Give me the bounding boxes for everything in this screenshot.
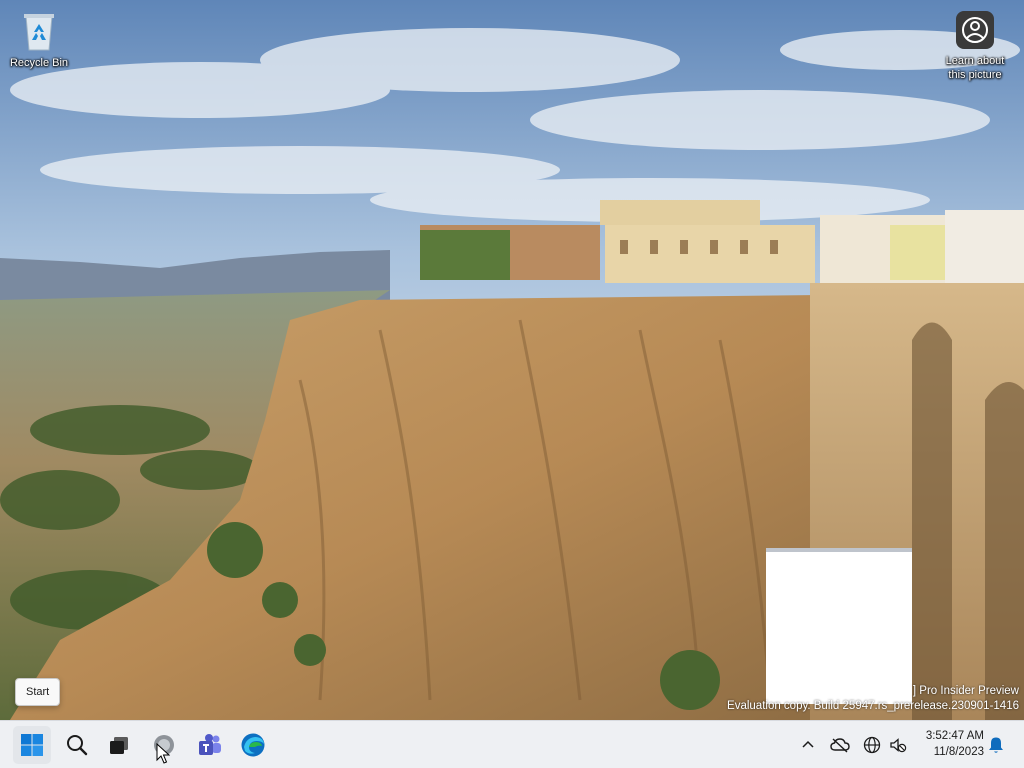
start-tooltip: Start xyxy=(15,678,61,706)
clock[interactable]: 3:52:47 AM 11/8/2023 xyxy=(912,728,984,760)
globe-icon xyxy=(863,736,881,754)
show-hidden-icons-button[interactable] xyxy=(796,733,820,757)
watermark-line1: ] Pro Insider Preview xyxy=(912,685,1019,697)
learn-about-picture-desktop-icon[interactable]: Learn about this picture xyxy=(937,10,1013,82)
learn-about-picture-label: Learn about this picture xyxy=(945,55,1005,81)
bell-icon xyxy=(989,737,1003,753)
windows-logo-icon xyxy=(21,734,43,756)
mouse-cursor xyxy=(156,743,170,764)
clock-time: 3:52:47 AM xyxy=(925,730,984,742)
desktop: Recycle Bin Learn about this picture ] P… xyxy=(0,0,1024,768)
search-button[interactable] xyxy=(58,726,96,764)
cloud-offline-icon xyxy=(830,738,850,753)
teams-button[interactable] xyxy=(191,726,229,764)
info-icon xyxy=(956,11,994,49)
blank-window[interactable] xyxy=(766,548,912,704)
watermark-line2: Evaluation copy. Build 25947.rs_prerelea… xyxy=(727,700,1019,712)
taskbar: 3:52:47 AM 11/8/2023 xyxy=(0,720,1024,768)
recycle-bin-icon xyxy=(24,14,54,51)
chevron-up-icon xyxy=(802,740,814,748)
edge-icon xyxy=(241,733,265,757)
recycle-bin-label: Recycle Bin xyxy=(9,57,69,69)
network-tray-button[interactable] xyxy=(860,733,884,757)
start-button[interactable] xyxy=(13,726,51,764)
recycle-bin-desktop-icon[interactable]: Recycle Bin xyxy=(1,10,77,70)
edge-button[interactable] xyxy=(234,726,272,764)
volume-muted-icon xyxy=(890,738,907,753)
notifications-button[interactable] xyxy=(984,733,1008,757)
onedrive-tray-button[interactable] xyxy=(828,733,852,757)
search-icon xyxy=(67,735,88,756)
teams-icon xyxy=(199,734,221,755)
task-view-icon xyxy=(110,737,128,754)
task-view-button[interactable] xyxy=(100,726,138,764)
clock-date: 11/8/2023 xyxy=(933,746,984,758)
evaluation-watermark: ] Pro Insider Preview Evaluation copy. B… xyxy=(727,684,1019,714)
volume-tray-button[interactable] xyxy=(886,733,910,757)
